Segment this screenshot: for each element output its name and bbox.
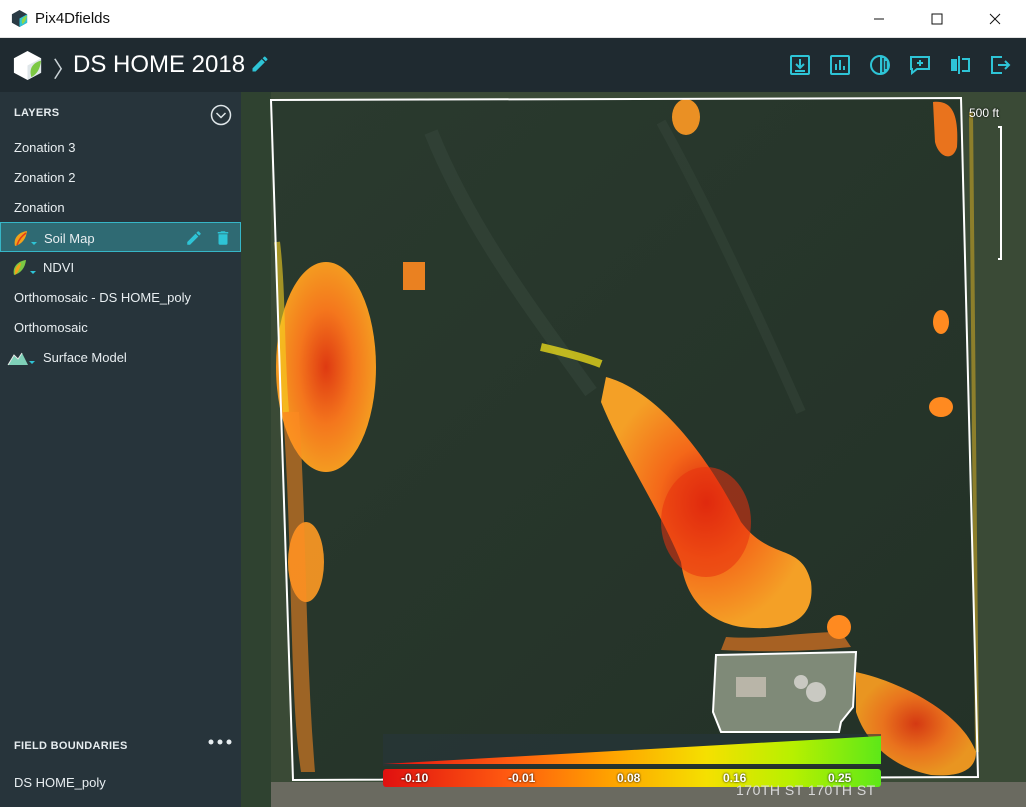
exit-icon[interactable]: [988, 53, 1012, 77]
layer-item-ndvi[interactable]: NDVI: [0, 252, 241, 282]
chart-icon[interactable]: [828, 53, 852, 77]
layer-label: Orthomosaic: [14, 320, 88, 335]
project-title: DS HOME 2018: [73, 51, 246, 78]
breadcrumb-chevron-icon: 〉: [53, 57, 76, 82]
window-titlebar: Pix4Dfields: [0, 0, 1026, 38]
leaf-ndvi-icon[interactable]: [10, 258, 40, 278]
soil-map-raster[interactable]: [241, 92, 1026, 807]
layer-item-orthomosaic[interactable]: Orthomosaic: [0, 312, 241, 342]
surface-model-icon[interactable]: [7, 348, 37, 368]
layer-item-zonation-2[interactable]: Zonation 2: [0, 162, 241, 192]
layer-label: Zonation 3: [14, 140, 76, 155]
chevron-down-icon[interactable]: [210, 104, 232, 126]
layer-label: Soil Map: [44, 231, 95, 246]
window-title: Pix4Dfields: [35, 10, 111, 27]
app-logo-icon: [11, 9, 28, 28]
road-label: 170TH ST 170TH ST: [736, 782, 876, 798]
more-options-icon[interactable]: [208, 737, 232, 747]
layer-item-zonation[interactable]: Zonation: [0, 192, 241, 222]
legend-tick: -0.10: [401, 771, 429, 785]
layer-label: Orthomosaic - DS HOME_poly: [14, 290, 191, 305]
maximize-icon: [931, 13, 943, 25]
layers-section-title: LAYERS: [14, 107, 60, 119]
layer-item-orthomosaic-poly[interactable]: Orthomosaic - DS HOME_poly: [0, 282, 241, 312]
field-boundary-item[interactable]: DS HOME_poly: [0, 767, 241, 797]
close-icon: [989, 13, 1001, 25]
layer-item-surface-model[interactable]: Surface Model: [0, 342, 241, 372]
app-header: 〉 DS HOME 2018: [0, 38, 1026, 92]
edit-layer-icon[interactable]: [185, 228, 203, 248]
edit-title-icon[interactable]: [250, 54, 270, 74]
leaf-index-icon[interactable]: [11, 229, 41, 249]
minimize-button[interactable]: [856, 0, 902, 38]
layer-label: Zonation: [14, 200, 65, 215]
map-view[interactable]: 500 ft -0.10 -0.01 0.08 0.16 0.25 170TH …: [241, 92, 1026, 807]
layer-label: Zonation 2: [14, 170, 76, 185]
annotate-icon[interactable]: [908, 53, 932, 77]
layer-item-soil-map[interactable]: Soil Map: [0, 222, 241, 252]
contrast-icon[interactable]: [868, 53, 892, 77]
delete-layer-icon[interactable]: [214, 228, 232, 248]
layer-item-zonation-3[interactable]: Zonation 3: [0, 132, 241, 162]
close-button[interactable]: [972, 0, 1018, 38]
legend-tick: -0.01: [508, 771, 536, 785]
maximize-button[interactable]: [914, 0, 960, 38]
layers-sidebar: LAYERS Zonation 3 Zonation 2 Zonation So…: [0, 92, 241, 807]
legend-tick: 0.08: [617, 771, 641, 785]
legend-wedge: [383, 734, 881, 766]
field-boundaries-title: FIELD BOUNDARIES: [14, 740, 128, 752]
compare-icon[interactable]: [948, 53, 972, 77]
layer-label: NDVI: [43, 260, 75, 275]
scale-label: 500 ft: [969, 106, 1000, 120]
download-icon[interactable]: [788, 53, 812, 77]
layer-label: Surface Model: [43, 350, 127, 365]
scale-bar: [998, 126, 1002, 260]
minimize-icon: [874, 18, 884, 20]
home-logo-icon[interactable]: [11, 49, 44, 82]
color-legend: -0.10 -0.01 0.08 0.16 0.25: [383, 734, 881, 788]
field-boundary-label: DS HOME_poly: [14, 775, 106, 790]
